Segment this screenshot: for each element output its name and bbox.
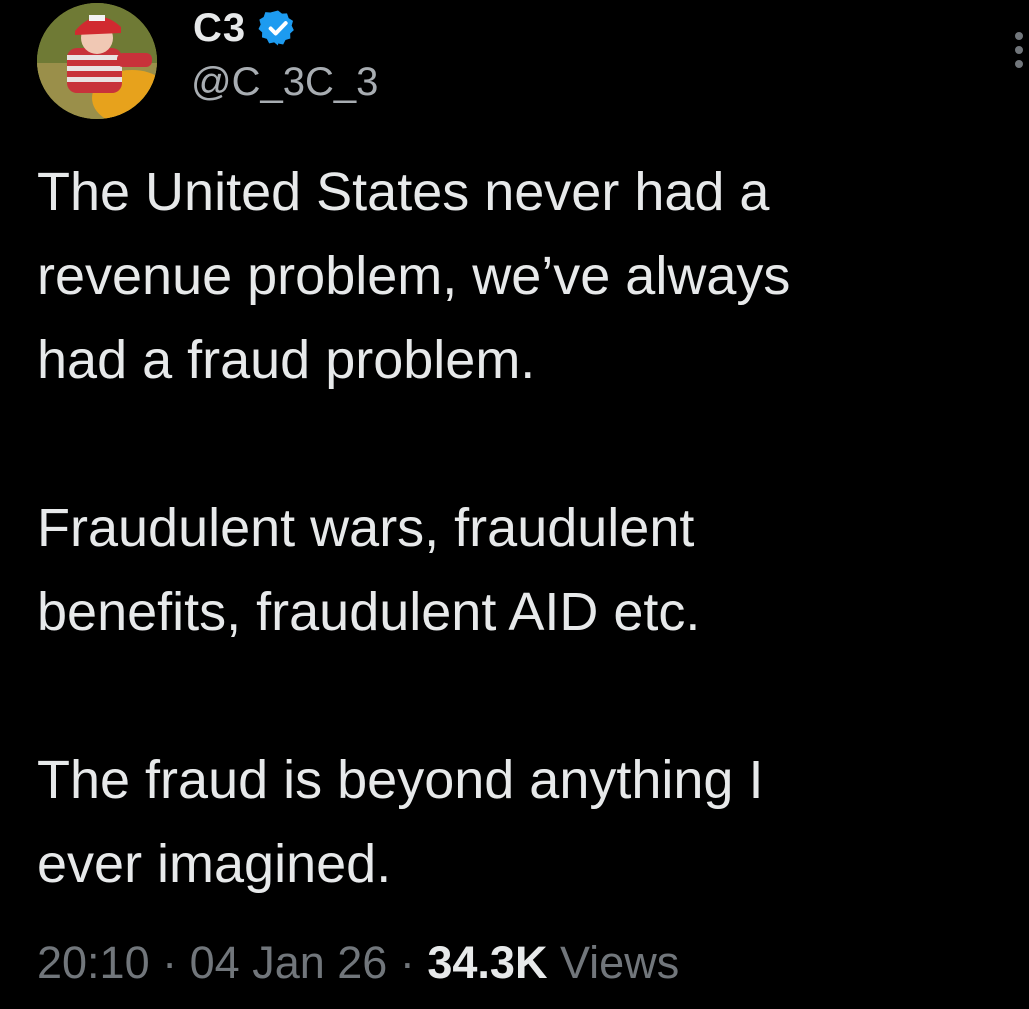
more-options-icon[interactable] — [1012, 30, 1026, 70]
tweet-paragraph: Fraudulent wars, fraudulent benefits, fr… — [37, 486, 997, 654]
author-name-row: C3 — [193, 0, 298, 56]
views-count: 34.3K — [427, 937, 548, 988]
tweet-line: ever imagined. — [37, 834, 392, 894]
tweet-line: had a fraud problem. — [37, 330, 536, 390]
meta-separator: · — [162, 937, 178, 988]
verified-badge-icon — [258, 10, 294, 46]
avatar[interactable] — [37, 3, 157, 119]
views-label: Views — [559, 937, 680, 988]
tweet-line: Fraudulent wars, fraudulent — [37, 498, 695, 558]
tweet-text: The United States never had a revenue pr… — [37, 150, 997, 906]
tweet-date[interactable]: 04 Jan 26 — [190, 937, 388, 988]
tweet-time[interactable]: 20:10 — [37, 937, 150, 988]
tweet-line: The fraud is beyond anything I — [37, 750, 764, 810]
avatar-photo — [37, 3, 157, 119]
display-name[interactable]: C3 — [193, 8, 246, 48]
meta-separator: · — [399, 937, 415, 988]
author-handle[interactable]: @C_3C_3 — [191, 62, 378, 102]
tweet-meta: 20:10 · 04 Jan 26 · 34.3K Views — [37, 935, 679, 991]
tweet-paragraph: The fraud is beyond anything I ever imag… — [37, 738, 997, 906]
tweet-line: benefits, fraudulent AID etc. — [37, 582, 701, 642]
tweet-paragraph: The United States never had a revenue pr… — [37, 150, 997, 402]
tweet-line: The United States never had a — [37, 162, 770, 222]
tweet-line: revenue problem, we’ve always — [37, 246, 791, 306]
